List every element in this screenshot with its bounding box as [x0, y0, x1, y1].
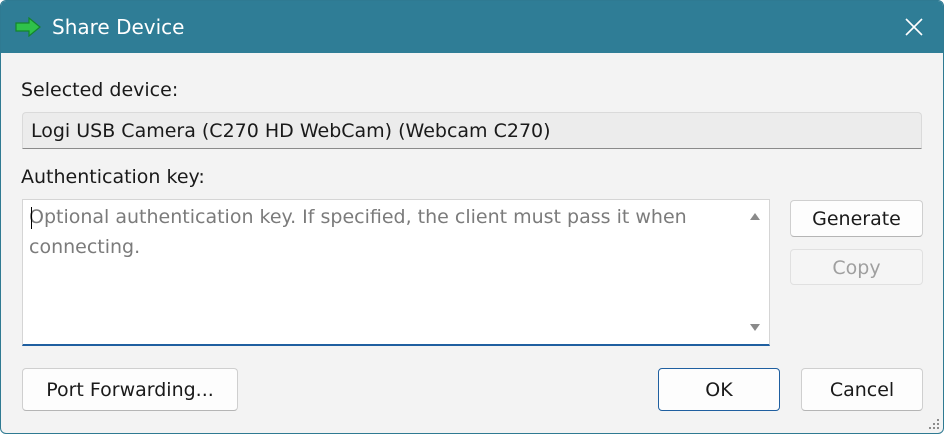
selected-device-field: Logi USB Camera (C270 HD WebCam) (Webcam… [22, 112, 922, 149]
title-bar[interactable]: Share Device [1, 1, 943, 53]
text-caret [31, 207, 32, 229]
selected-device-label: Selected device: [21, 79, 179, 101]
scroll-up-arrow-icon[interactable] [749, 211, 761, 221]
authentication-key-input[interactable] [23, 200, 741, 343]
share-device-dialog: Share Device Selected device: Logi USB C… [0, 0, 944, 434]
selected-device-value: Logi USB Camera (C270 HD WebCam) (Webcam… [31, 120, 551, 142]
close-icon[interactable] [903, 16, 925, 38]
authentication-key-label: Authentication key: [21, 166, 205, 188]
scroll-down-arrow-icon[interactable] [749, 323, 761, 333]
copy-button[interactable]: Copy [790, 249, 923, 285]
vertical-scrollbar[interactable] [741, 200, 769, 343]
ok-button[interactable]: OK [658, 368, 780, 411]
resize-grip-icon[interactable] [928, 418, 940, 430]
port-forwarding-button[interactable]: Port Forwarding... [22, 368, 238, 411]
green-arrow-icon [15, 17, 41, 37]
cancel-button[interactable]: Cancel [801, 368, 923, 411]
generate-button[interactable]: Generate [790, 200, 923, 237]
window-title: Share Device [52, 15, 185, 39]
authentication-key-box[interactable] [22, 199, 770, 346]
